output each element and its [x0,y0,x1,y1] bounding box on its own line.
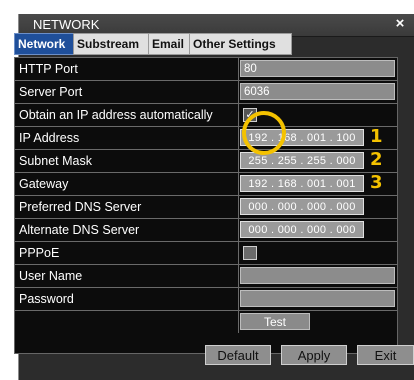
annotation-3: 3 [370,172,383,193]
tab-network[interactable]: Network [14,33,76,55]
subnet-mask-label: Subnet Mask [15,150,239,172]
exit-button[interactable]: Exit [357,345,414,365]
gateway-row: Gateway 192 . 168 . 001 . 001 3 [15,172,397,196]
server-port-input[interactable]: 6036 [240,83,395,100]
alternate-dns-row: Alternate DNS Server 000 . 000 . 000 . 0… [15,219,397,242]
gateway-label: Gateway [15,173,239,195]
ip-address-row: IP Address 192 . 168 . 001 . 100 1 [15,126,397,150]
pppoe-checkbox[interactable] [243,246,257,260]
password-input[interactable] [240,290,395,307]
tab-other-settings[interactable]: Other Settings [189,33,292,55]
window-title: NETWORK [33,17,100,32]
user-name-input[interactable] [240,267,395,284]
subnet-mask-row: Subnet Mask 255 . 255 . 255 . 000 2 [15,149,397,173]
password-label: Password [15,288,239,310]
user-name-label: User Name [15,265,239,287]
alternate-dns-input[interactable]: 000 . 000 . 000 . 000 [240,221,364,238]
server-port-label: Server Port [15,81,239,103]
alternate-dns-label: Alternate DNS Server [15,219,239,241]
tab-substream[interactable]: Substream [73,33,151,55]
network-settings-panel: HTTP Port 80 Server Port 6036 Obtain an … [14,57,398,354]
preferred-dns-input[interactable]: 000 . 000 . 000 . 000 [240,198,364,215]
tab-email[interactable]: Email [148,33,193,55]
server-port-row: Server Port 6036 [15,81,397,104]
http-port-input[interactable]: 80 [240,60,395,77]
default-button[interactable]: Default [205,345,271,365]
preferred-dns-label: Preferred DNS Server [15,196,239,218]
dhcp-checkbox[interactable]: ✓ [243,108,257,122]
password-row: Password [15,288,397,311]
preferred-dns-row: Preferred DNS Server 000 . 000 . 000 . 0… [15,196,397,219]
test-row: Test [15,311,397,333]
dhcp-label: Obtain an IP address automatically [15,104,239,126]
ip-address-label: IP Address [15,127,239,149]
user-name-row: User Name [15,265,397,288]
http-port-label: HTTP Port [15,58,239,80]
annotation-1: 1 [370,126,383,147]
ip-address-input[interactable]: 192 . 168 . 001 . 100 [240,129,364,146]
dhcp-row: Obtain an IP address automatically ✓ [15,104,397,127]
apply-button[interactable]: Apply [281,345,347,365]
pppoe-label: PPPoE [15,242,239,264]
subnet-mask-input[interactable]: 255 . 255 . 255 . 000 [240,152,364,169]
gateway-input[interactable]: 192 . 168 . 001 . 001 [240,175,364,192]
pppoe-row: PPPoE [15,242,397,265]
test-row-spacer [15,311,239,333]
test-button[interactable]: Test [240,313,310,330]
annotation-2: 2 [370,149,383,170]
http-port-row: HTTP Port 80 [15,58,397,81]
close-icon[interactable]: × [391,15,409,32]
